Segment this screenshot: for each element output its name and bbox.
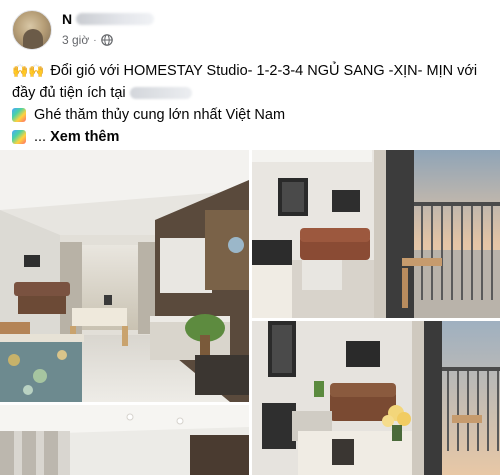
post-line-4: ... Xem thêm	[12, 126, 492, 148]
post-line-4-text: ...	[34, 129, 47, 145]
author-name[interactable]: N	[62, 11, 72, 27]
photo-kitchen-ceiling[interactable]	[0, 405, 249, 475]
post-line-3-text: Ghé thăm thủy cung lớn nhất Việt Nam	[34, 107, 286, 123]
post-line-3: Ghé thăm thủy cung lớn nhất Việt Nam	[12, 104, 492, 126]
post-line-1-text: Đổi gió với HOMESTAY Studio- 1-2-3-4 NGỦ…	[50, 63, 478, 79]
meta-separator: ·	[93, 34, 97, 46]
post-line-2-text: đầy đủ tiện ích tại	[12, 85, 126, 101]
post-header: N 3 giờ ·	[0, 0, 500, 58]
location-redacted	[129, 87, 192, 99]
kitchen-illustration	[0, 405, 249, 475]
rainbow-sticker-icon	[12, 108, 26, 122]
globe-icon	[100, 34, 113, 46]
photo-sofa-flowers[interactable]	[252, 321, 500, 475]
photo-living-kitchen[interactable]	[0, 150, 249, 402]
sofa-illustration	[252, 321, 500, 475]
author-row: N	[62, 10, 155, 28]
avatar[interactable]	[12, 10, 52, 50]
post-meta: 3 giờ ·	[62, 33, 113, 47]
author-name-redacted	[76, 13, 155, 25]
post-line-2: đầy đủ tiện ích tại	[12, 82, 492, 104]
see-more-link[interactable]: Xem thêm	[50, 126, 119, 148]
photo-grid	[0, 150, 500, 475]
post-time[interactable]: 3 giờ	[62, 33, 89, 47]
post-line-1: 🙌🙌 Đổi gió với HOMESTAY Studio- 1-2-3-4 …	[12, 60, 492, 82]
raised-hands-icon: 🙌🙌	[12, 63, 45, 78]
post-body: 🙌🙌 Đổi gió với HOMESTAY Studio- 1-2-3-4 …	[12, 60, 492, 148]
photo-lounge-balcony[interactable]	[252, 150, 500, 318]
living-room-illustration	[0, 150, 249, 402]
lounge-illustration	[252, 150, 500, 318]
rainbow-sticker-icon	[12, 130, 26, 144]
